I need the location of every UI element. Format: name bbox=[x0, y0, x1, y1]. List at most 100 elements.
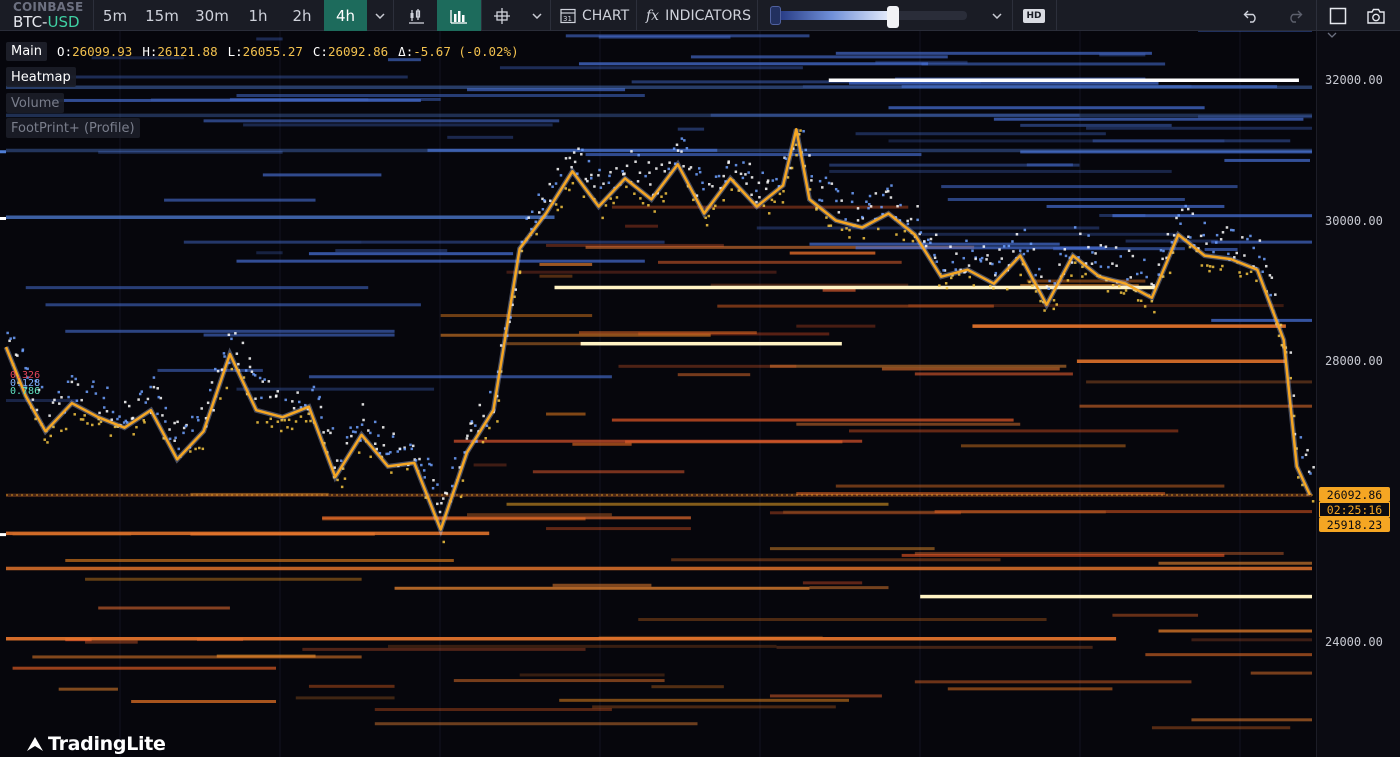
axis-chevron-down-icon[interactable] bbox=[1327, 31, 1337, 41]
liquidity-streak bbox=[387, 644, 777, 648]
trade-dot bbox=[705, 223, 709, 227]
trade-dot bbox=[662, 199, 665, 203]
crosshair-chevron-down-icon[interactable] bbox=[524, 0, 550, 31]
bar-chart-icon[interactable] bbox=[437, 0, 481, 31]
ohlc-change-value: -5.67 (-0.02%) bbox=[413, 43, 519, 59]
trade-dot bbox=[804, 148, 808, 152]
trade-dot bbox=[489, 390, 492, 394]
indicators-button[interactable]: fx INDICATORS bbox=[646, 0, 751, 31]
divider bbox=[550, 0, 551, 31]
slider-max-handle[interactable] bbox=[886, 6, 899, 28]
trade-dot bbox=[1034, 273, 1037, 277]
undo-icon[interactable] bbox=[1236, 0, 1266, 31]
timeframe-30m[interactable]: 30m bbox=[188, 0, 236, 31]
layer-footprint[interactable]: FootPrint+ (Profile) bbox=[6, 118, 140, 138]
trade-dot bbox=[373, 442, 377, 446]
liquidity-streak bbox=[1211, 318, 1312, 322]
trade-dot bbox=[542, 199, 546, 202]
trade-dot bbox=[1028, 280, 1031, 284]
trade-dot bbox=[1189, 236, 1192, 239]
hd-button[interactable]: HD bbox=[1013, 0, 1055, 31]
trade-dot bbox=[653, 210, 656, 213]
liquidity-streak bbox=[229, 97, 441, 101]
trade-dot bbox=[94, 392, 98, 395]
trade-dot bbox=[660, 195, 663, 198]
liquidity-streak bbox=[947, 687, 1113, 691]
layer-heatmap[interactable]: Heatmap bbox=[6, 67, 76, 87]
trade-dot bbox=[298, 400, 301, 404]
trade-dot bbox=[974, 257, 977, 261]
trade-dot bbox=[340, 485, 344, 489]
timeframe-2h[interactable]: 2h bbox=[280, 0, 324, 31]
trade-dot bbox=[106, 386, 109, 390]
liquidity-streak bbox=[1191, 718, 1312, 722]
crosshair-icon[interactable] bbox=[482, 0, 522, 31]
trade-dot bbox=[253, 374, 257, 377]
liquidity-streak bbox=[506, 502, 889, 506]
trade-dot bbox=[116, 417, 119, 421]
chart-button[interactable]: 31 CHART bbox=[560, 0, 629, 31]
trade-dot bbox=[967, 264, 971, 267]
trade-dot bbox=[241, 341, 245, 345]
timeframe-1h[interactable]: 1h bbox=[236, 0, 280, 31]
trade-dot bbox=[436, 502, 439, 506]
liquidity-streak bbox=[585, 153, 922, 157]
ohlc-high-key: H: bbox=[142, 43, 158, 59]
square-icon[interactable] bbox=[1320, 0, 1356, 31]
trade-dot bbox=[1255, 279, 1258, 283]
trade-dot bbox=[1011, 240, 1014, 243]
liquidity-streak bbox=[1112, 613, 1199, 617]
timeframe-15m[interactable]: 15m bbox=[136, 0, 188, 31]
trade-dot bbox=[58, 402, 61, 405]
divider bbox=[1316, 0, 1317, 31]
last-price-tag: 26092.86 bbox=[1319, 487, 1390, 502]
trade-dot bbox=[1239, 275, 1242, 278]
trade-dot bbox=[230, 337, 233, 341]
slider-chevron-down-icon[interactable] bbox=[984, 0, 1010, 31]
redo-icon[interactable] bbox=[1280, 0, 1310, 31]
trade-dot bbox=[1264, 264, 1268, 268]
trade-dot bbox=[478, 403, 482, 407]
trade-dot bbox=[51, 401, 55, 404]
trade-dot bbox=[1111, 283, 1115, 287]
trade-dot bbox=[1115, 264, 1118, 268]
trade-dot bbox=[638, 171, 642, 174]
trade-dot bbox=[432, 478, 435, 482]
trade-dot bbox=[143, 421, 146, 424]
symbol-selector[interactable]: COINBASE BTC-USD bbox=[0, 0, 92, 31]
trade-dot bbox=[275, 394, 278, 397]
candlestick-icon[interactable] bbox=[394, 0, 437, 31]
trade-dot bbox=[9, 337, 12, 340]
heatmap-chart[interactable] bbox=[0, 31, 1316, 757]
trade-dot bbox=[91, 423, 94, 427]
liquidity-streak bbox=[1151, 726, 1291, 730]
liquidity-streak bbox=[532, 470, 685, 474]
timeframe-4h[interactable]: 4h bbox=[324, 0, 367, 31]
timeframe-5m[interactable]: 5m bbox=[94, 0, 136, 31]
liquidity-streak bbox=[1026, 163, 1073, 167]
trade-dot bbox=[660, 163, 664, 166]
heatmap-intensity-slider[interactable] bbox=[770, 6, 972, 28]
main-pane-tag[interactable]: Main bbox=[6, 41, 48, 61]
trade-dot bbox=[551, 185, 554, 188]
trade-dot bbox=[1200, 264, 1204, 267]
trade-dot bbox=[382, 444, 386, 447]
layer-volume[interactable]: Volume bbox=[6, 93, 65, 113]
trade-dot bbox=[586, 179, 589, 183]
brand-logo: TradingLite bbox=[26, 733, 166, 755]
trade-dot bbox=[488, 426, 491, 430]
liquidity-streak bbox=[572, 442, 632, 446]
trade-dot bbox=[1066, 279, 1070, 282]
liquidity-streak bbox=[1158, 561, 1312, 565]
timeframe-chevron-down-icon[interactable] bbox=[368, 0, 392, 31]
camera-icon[interactable] bbox=[1358, 0, 1394, 31]
liquidity-streak bbox=[394, 586, 810, 590]
liquidity-streak bbox=[499, 66, 803, 70]
trade-dot bbox=[1045, 285, 1049, 288]
trade-dot bbox=[1289, 351, 1293, 354]
trade-dot bbox=[1261, 270, 1264, 274]
slider-min-handle[interactable] bbox=[770, 6, 781, 25]
trade-dot bbox=[1168, 271, 1172, 275]
trade-dot bbox=[869, 205, 873, 208]
price-axis[interactable]: 32000.00 30000.00 28000.00 24000.00 2609… bbox=[1316, 31, 1400, 757]
